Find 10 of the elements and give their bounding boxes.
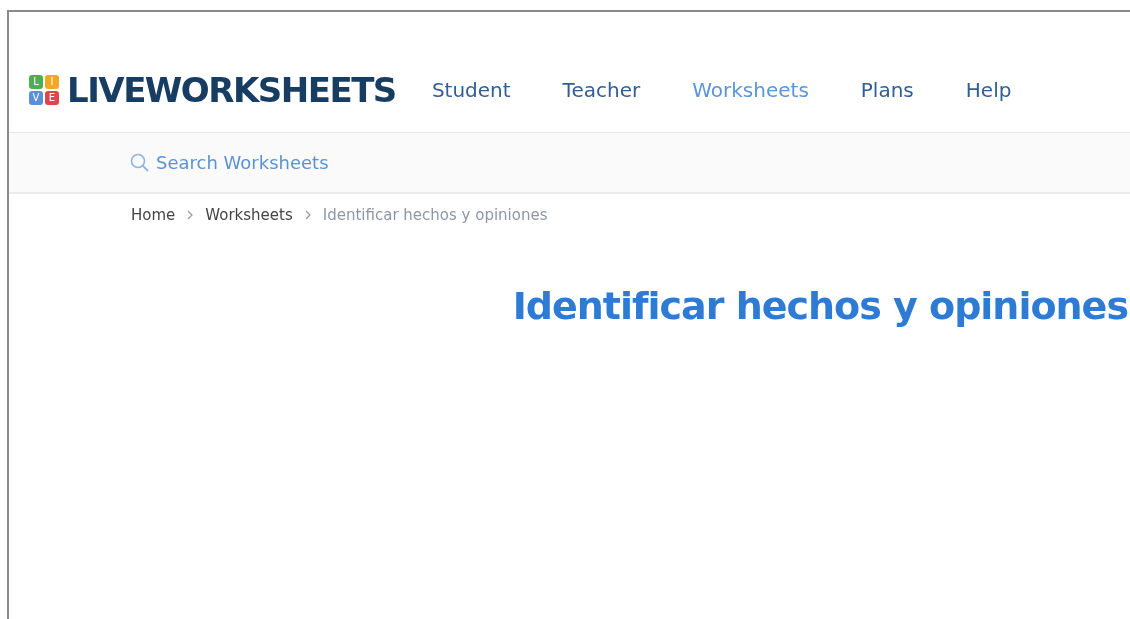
breadcrumb-link[interactable]: Home [131, 206, 176, 224]
breadcrumb-link[interactable]: Worksheets [205, 206, 293, 224]
page-title: Identificar hechos y opiniones [512, 284, 1128, 328]
search-field[interactable]: Search Worksheets [130, 152, 456, 173]
logo-text[interactable]: LIVEWORKSHEETS [67, 70, 396, 110]
nav-link[interactable]: Student [425, 74, 517, 106]
nav-link[interactable]: Teacher [556, 74, 647, 106]
nav-link[interactable]: Plans [854, 74, 920, 106]
nav-link[interactable]: Help [959, 74, 1018, 106]
search-icon [130, 152, 150, 173]
